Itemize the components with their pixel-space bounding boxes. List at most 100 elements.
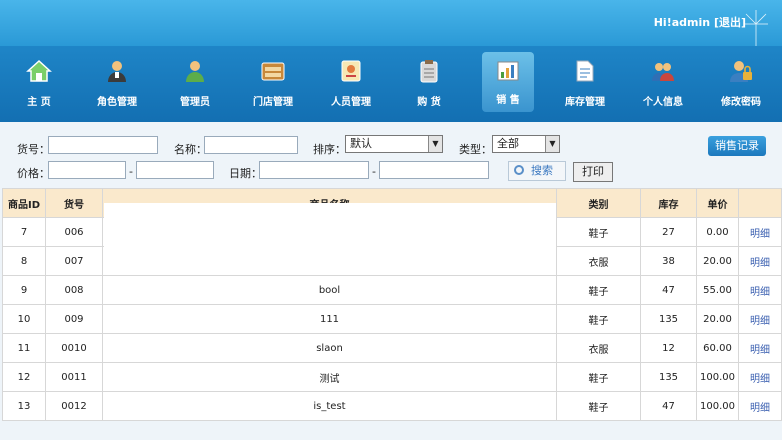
filter-panel: 货号： 名称： 排序： 默认 ▼ 类型： 全部 ▼ 价格： - 日期： - [0,122,782,188]
detail-link[interactable]: 明细 [750,229,770,240]
cell-category: 鞋子 [556,391,641,421]
print-button[interactable]: 打印 [573,162,613,182]
nav-item-label: 修改密码 [721,97,761,108]
nav-item-0[interactable]: 主 页 [0,50,78,120]
cell-detail: 明细 [738,391,782,421]
nav-item-label: 门店管理 [253,97,293,108]
name-input[interactable] [204,136,298,154]
cell-sku: 0011 [45,362,103,392]
date-separator: - [372,165,376,178]
sku-label: 货号： [17,143,50,156]
cell-price: 55.00 [696,275,739,305]
column-header-sku: 货号 [45,188,103,218]
username: admin [671,16,711,29]
greeting-prefix: Hi! [653,16,672,29]
cell-price: 20.00 [696,304,739,334]
nav-item-label: 购 货 [417,97,441,108]
nav-item-label: 销 售 [496,95,520,106]
cell-category: 鞋子 [556,275,641,305]
cell-id: 12 [2,362,46,392]
sort-select[interactable]: 默认 ▼ [345,135,443,153]
chevron-down-icon: ▼ [545,136,559,152]
detail-link[interactable]: 明细 [750,287,770,298]
sales-records-button[interactable]: 销售记录 [708,136,766,156]
nav-item-6[interactable]: 销 售 [482,52,534,112]
cell-id: 10 [2,304,46,334]
cell-id: 11 [2,333,46,363]
table-row: 12 0011 测试 鞋子 135 100.00 明细 [2,362,782,392]
cell-sku: 006 [45,217,103,247]
inventory-document-icon [572,58,598,84]
search-icon [514,165,524,175]
date-end-input[interactable] [379,161,489,179]
nav-item-7[interactable]: 库存管理 [546,50,624,120]
cell-detail: 明细 [738,275,782,305]
nav-item-label: 个人信息 [643,97,683,108]
cell-detail: 明细 [738,304,782,334]
nav-item-8[interactable]: 个人信息 [624,50,702,120]
price-max-input[interactable] [136,161,214,179]
cell-price: 20.00 [696,246,739,276]
cell-category: 鞋子 [556,217,641,247]
table-row: 11 0010 slaon 衣服 12 60.00 明细 [2,333,782,363]
cell-stock: 135 [640,362,697,392]
table-row: 9 008 bool 鞋子 47 55.00 明细 [2,275,782,305]
cell-category: 衣服 [556,246,641,276]
type-select-value: 全部 [497,137,519,150]
cell-detail: 明细 [738,362,782,392]
cell-id: 8 [2,246,46,276]
column-header-stock: 库存 [640,188,697,218]
home-icon [26,58,52,84]
date-start-input[interactable] [259,161,369,179]
cell-sku: 007 [45,246,103,276]
column-header-action [738,188,782,218]
sort-select-value: 默认 [350,137,372,150]
detail-link[interactable]: 明细 [750,374,770,385]
cell-stock: 47 [640,275,697,305]
date-label: 日期： [229,167,262,180]
nav-item-2[interactable]: 管理员 [156,50,234,120]
price-min-input[interactable] [48,161,126,179]
redacted-area [104,203,556,271]
type-select[interactable]: 全部 ▼ [492,135,560,153]
table-row: 13 0012 is_test 鞋子 47 100.00 明细 [2,391,782,421]
cell-stock: 135 [640,304,697,334]
detail-link[interactable]: 明细 [750,258,770,269]
name-label: 名称： [174,143,207,156]
cell-id: 9 [2,275,46,305]
cell-stock: 12 [640,333,697,363]
detail-link[interactable]: 明细 [750,403,770,414]
price-separator: - [129,165,133,178]
cell-name: is_test [102,391,557,421]
nav-item-label: 人员管理 [331,97,371,108]
nav-item-1[interactable]: 角色管理 [78,50,156,120]
cell-sku: 008 [45,275,103,305]
nav-item-3[interactable]: 门店管理 [234,50,312,120]
cell-category: 鞋子 [556,362,641,392]
search-button[interactable]: 搜索 [508,161,566,181]
cell-sku: 0012 [45,391,103,421]
sku-input[interactable] [48,136,158,154]
nav-item-9[interactable]: 修改密码 [702,50,780,120]
detail-link[interactable]: 明细 [750,345,770,356]
cell-detail: 明细 [738,217,782,247]
sort-label: 排序： [313,143,346,156]
role-person-icon [104,58,130,84]
staff-card-icon [338,58,364,84]
column-header-price: 单价 [696,188,739,218]
detail-link[interactable]: 明细 [750,316,770,327]
admin-person-icon [182,58,208,84]
price-label: 价格： [17,167,50,180]
cell-detail: 明细 [738,246,782,276]
nav-item-label: 库存管理 [565,97,605,108]
cell-price: 0.00 [696,217,739,247]
nav-item-4[interactable]: 人员管理 [312,50,390,120]
cell-stock: 38 [640,246,697,276]
column-header-id: 商品ID [2,188,46,218]
dandelion-decoration-icon [744,10,768,46]
store-icon [260,58,286,84]
sales-chart-icon [495,58,521,84]
cell-sku: 009 [45,304,103,334]
cell-name: 111 [102,304,557,334]
nav-item-5[interactable]: 购 货 [390,50,468,120]
